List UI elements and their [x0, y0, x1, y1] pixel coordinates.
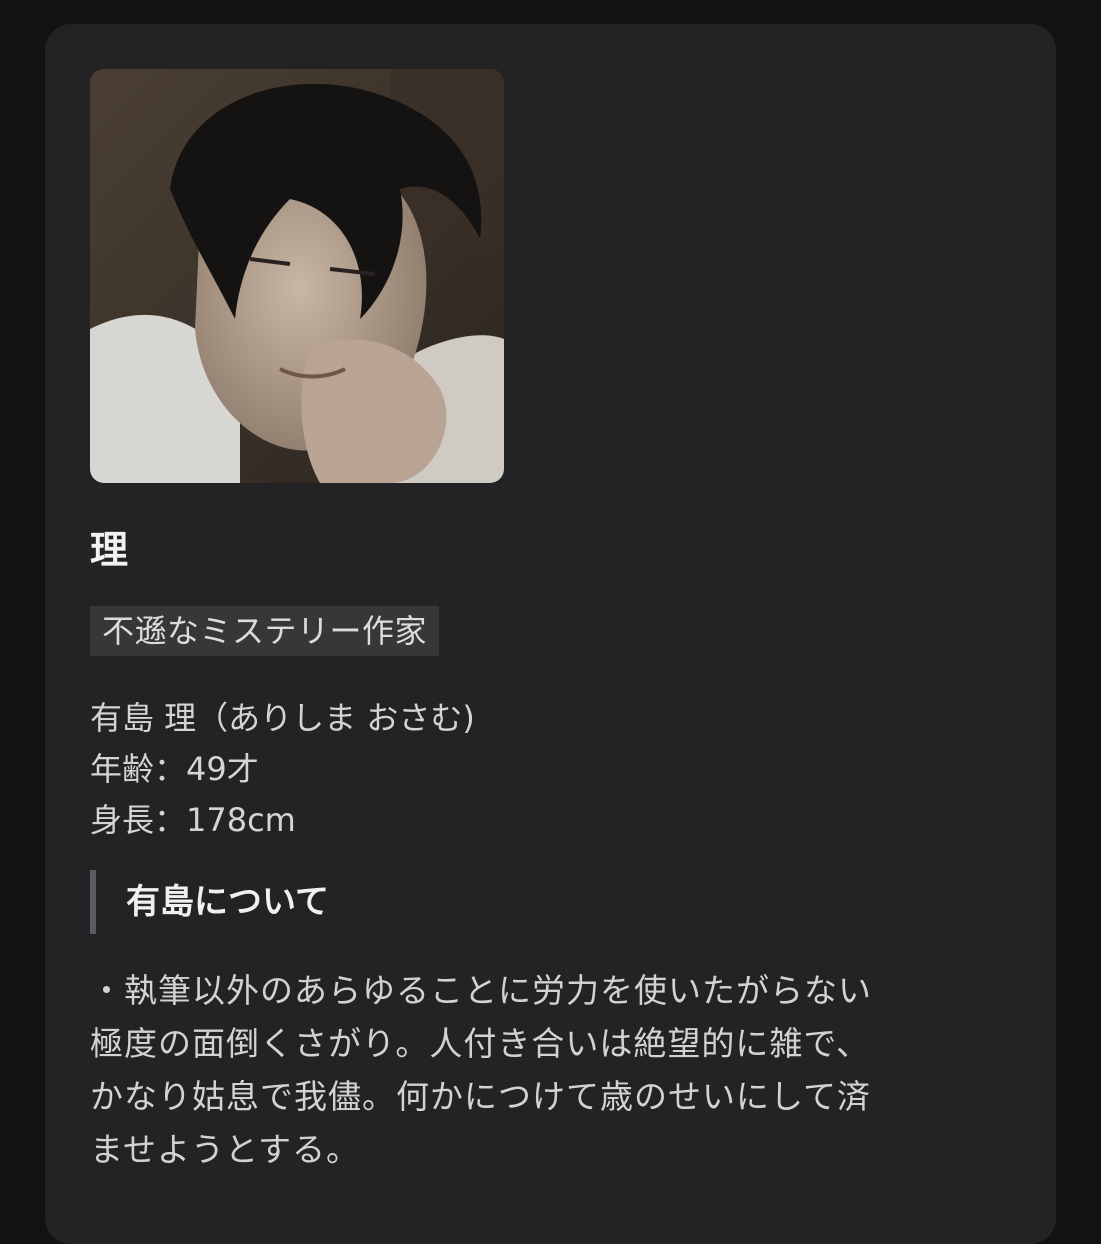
- character-card: 理 不遜なミステリー作家 有島 理（ありしま おさむ) 年齢：49才 身長：17…: [45, 24, 1056, 1244]
- body-line: かなり姑息で我儘。何かにつけて歳のせいにして済: [90, 1077, 872, 1116]
- body-line: ませようとする。: [90, 1130, 361, 1169]
- character-name: 理: [90, 528, 129, 572]
- body-line: ・執筆以外のあらゆることに労力を使いたがらない: [90, 971, 872, 1010]
- section-title: 有島について: [126, 882, 329, 922]
- section-body: ・執筆以外のあらゆることに労力を使いたがらない 極度の面倒くさがり。人付き合いは…: [90, 964, 1010, 1176]
- profile-age: 年齢：49才: [90, 750, 259, 788]
- character-avatar[interactable]: [90, 69, 504, 483]
- profile-height: 身長：178cm: [90, 801, 296, 839]
- tagline-badge: 不遜なミステリー作家: [90, 606, 440, 656]
- section-header: 有島について: [90, 870, 329, 934]
- body-line: 極度の面倒くさがり。人付き合いは絶望的に雑で、: [90, 1024, 871, 1063]
- portrait-image: [90, 69, 504, 483]
- profile-full-name: 有島 理（ありしま おさむ): [90, 699, 475, 737]
- profile-info: 有島 理（ありしま おさむ) 年齢：49才 身長：178cm: [90, 693, 990, 846]
